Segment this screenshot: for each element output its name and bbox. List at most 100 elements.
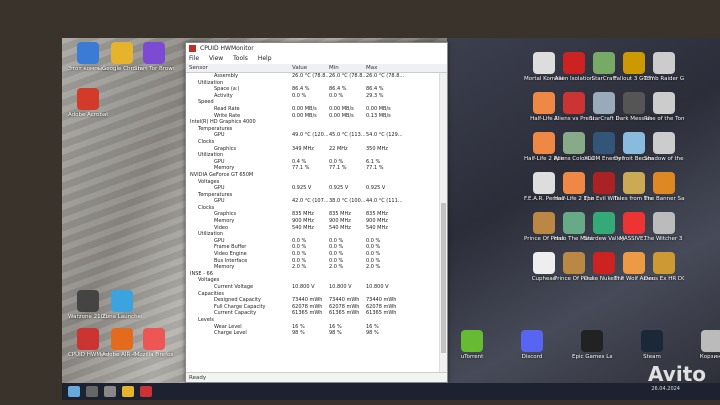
- sensor-name: Bus Interface: [214, 257, 248, 264]
- desktop-shortcut[interactable]: Discord: [512, 330, 552, 360]
- tree-node[interactable]: Utilization: [186, 80, 439, 87]
- sensor-row[interactable]: Current Capacity 61365 mWh 61365 mWh 61365 …: [186, 310, 439, 317]
- col-sensor[interactable]: Sensor: [189, 64, 208, 73]
- taskbar-clock[interactable]: 26.04.2024: [651, 386, 680, 392]
- tree-node[interactable]: Intel(R) HD Graphics 4000: [186, 119, 439, 126]
- desktop-shortcut[interactable]: Steam: [632, 330, 672, 360]
- desktop-shortcut[interactable]: The Witcher 3 Wild Hunt: [644, 212, 684, 242]
- menu-file[interactable]: File: [189, 55, 199, 62]
- sensor-row[interactable]: GPU 42.0 °C (107... 38.0 °C (100... 44.0 °C…: [186, 198, 439, 205]
- sensor-row[interactable]: Full Charge Capacity 62078 mWh 62078 mWh 62…: [186, 304, 439, 311]
- shortcut-label: Корзина: [699, 354, 720, 360]
- tree-node[interactable]: Speed: [186, 99, 439, 106]
- desktop-shortcut[interactable]: Tomb Raider GAME OF T...: [644, 52, 684, 82]
- shortcut-icon: [521, 330, 543, 352]
- sensor-row[interactable]: Wear Level 16 % 16 % 16 %: [186, 324, 439, 331]
- sensor-row[interactable]: Assembly 26.0 °C (78.8... 26.0 °C (78.8...…: [186, 73, 439, 80]
- sensor-row[interactable]: Video Engine 0.0 % 0.0 % 0.0 %: [186, 251, 439, 258]
- sensor-row[interactable]: GPU 0.925 V 0.925 V 0.925 V: [186, 185, 439, 192]
- sensor-row[interactable]: Graphics 349 MHz 22 MHz 350 MHz: [186, 146, 439, 153]
- sensor-row[interactable]: Frame Buffer 0.0 % 0.0 % 0.0 %: [186, 244, 439, 251]
- sensor-max: 540 MHz: [366, 224, 388, 231]
- menu-tools[interactable]: Tools: [233, 55, 248, 62]
- sensor-row[interactable]: Memory 900 MHz 900 MHz 900 MHz: [186, 218, 439, 225]
- desktop-shortcut[interactable]: uTorrent: [452, 330, 492, 360]
- desktop-shortcut[interactable]: Shadow of the Tomb...: [644, 132, 684, 162]
- shortcut-icon: [593, 212, 615, 234]
- sensor-max: 835 MHz: [366, 211, 388, 218]
- tree-node[interactable]: Voltages: [186, 179, 439, 186]
- hwmonitor-taskbar-icon[interactable]: [140, 386, 152, 397]
- sensor-row[interactable]: GPU 0.4 % 0.0 % 6.1 %: [186, 159, 439, 166]
- sensor-min: 0.0 %: [329, 244, 344, 251]
- sensor-value: 835 MHz: [292, 211, 314, 218]
- desktop-shortcut[interactable]: Rise of the Tomb Raid...: [644, 92, 684, 122]
- desktop-shortcut[interactable]: Adobe Acrobat: [68, 88, 108, 118]
- shortcut-icon: [77, 290, 99, 312]
- sensor-row[interactable]: GPU 49.0 °C (120... 45.0 °C (113... 54.0 °C…: [186, 132, 439, 139]
- desktop-shortcut[interactable]: Корзина: [692, 330, 720, 360]
- task-view-icon[interactable]: [104, 386, 116, 397]
- col-max[interactable]: Max: [366, 64, 377, 73]
- desktop-shortcut[interactable]: Start Tor Browser: [134, 42, 174, 72]
- sensor-row[interactable]: Memory 2.0 % 2.0 % 2.0 %: [186, 264, 439, 271]
- tree-node[interactable]: Voltages: [186, 277, 439, 284]
- tree-node[interactable]: INSE - 66: [186, 271, 439, 278]
- sensor-row[interactable]: Write Rate 0.00 MB/s 0.00 MB/s 0.13 MB/s: [186, 113, 439, 120]
- search-icon[interactable]: [86, 386, 98, 397]
- desktop-shortcut[interactable]: Deus Ex HR DC: [644, 252, 684, 282]
- sensor-value: 349 MHz: [292, 145, 314, 152]
- sensor-row[interactable]: Charge Level 98 % 98 % 98 %: [186, 330, 439, 337]
- shortcut-icon: [653, 92, 675, 114]
- chrome-taskbar-icon[interactable]: [122, 386, 134, 397]
- hwmonitor-window[interactable]: CPUID HWMonitor File View Tools Help Sen…: [185, 42, 448, 383]
- shortcut-icon: [653, 132, 675, 154]
- menu-view[interactable]: View: [209, 55, 223, 62]
- sensor-row[interactable]: Activity 0.0 % 0.0 % 29.3 %: [186, 93, 439, 100]
- desktop-shortcut[interactable]: Mozilla Firefox: [134, 328, 174, 358]
- sensor-name: Video Engine: [214, 251, 247, 258]
- start-button[interactable]: [68, 386, 80, 397]
- tree-node[interactable]: Utilization: [186, 152, 439, 159]
- shortcut-icon: [533, 132, 555, 154]
- tree-node[interactable]: NVIDIA GeForce GT 650M: [186, 172, 439, 179]
- sensor-tree[interactable]: Assembly 26.0 °C (78.8... 26.0 °C (78.8...…: [186, 73, 439, 372]
- sensor-name: Full Charge Capacity: [214, 303, 266, 310]
- shortcut-icon: [111, 328, 133, 350]
- sensor-row[interactable]: Designed Capacity 73440 mWh 73440 mWh 73440…: [186, 297, 439, 304]
- sensor-min: 61365 mWh: [329, 310, 360, 317]
- window-titlebar[interactable]: CPUID HWMonitor: [186, 43, 447, 54]
- sensor-row[interactable]: GPU 0.0 % 0.0 % 0.0 %: [186, 238, 439, 245]
- shortcut-icon: [461, 330, 483, 352]
- tree-node[interactable]: Capacities: [186, 291, 439, 298]
- desktop-shortcut[interactable]: The Banner Saga: [644, 172, 684, 202]
- tree-node[interactable]: Temperatures: [186, 192, 439, 199]
- sensor-max: 900 MHz: [366, 218, 388, 225]
- desktop-shortcut[interactable]: Zona Launcher: [102, 290, 142, 320]
- col-value[interactable]: Value: [292, 64, 307, 73]
- tree-node[interactable]: Temperatures: [186, 126, 439, 133]
- tree-node[interactable]: Levels: [186, 317, 439, 324]
- shortcut-label: uTorrent: [460, 354, 484, 360]
- shortcut-icon: [533, 52, 555, 74]
- sensor-row[interactable]: Video 540 MHz 540 MHz 540 MHz: [186, 225, 439, 232]
- column-header: Sensor Value Min Max: [186, 64, 447, 73]
- shortcut-label: Rise of the Tomb Raid...: [644, 116, 684, 122]
- menu-help[interactable]: Help: [258, 55, 272, 62]
- tree-node[interactable]: Clocks: [186, 139, 439, 146]
- tree-node[interactable]: Utilization: [186, 231, 439, 238]
- sensor-row[interactable]: Bus Interface 0.0 % 0.0 % 0.0 %: [186, 258, 439, 265]
- scrollbar-thumb[interactable]: [441, 203, 446, 353]
- sensor-row[interactable]: Space (a:) 86.4 % 86.4 % 86.4 %: [186, 86, 439, 93]
- desktop-shortcut[interactable]: Epic Games Launcher: [572, 330, 612, 360]
- sensor-max: 73440 mWh: [366, 297, 397, 304]
- sensor-max: 86.4 %: [366, 86, 384, 93]
- sensor-row[interactable]: Memory 77.1 % 77.1 % 77.1 %: [186, 165, 439, 172]
- tree-node[interactable]: Clocks: [186, 205, 439, 212]
- sensor-row[interactable]: Read Rate 0.00 MB/s 0.00 MB/s 0.00 MB/s: [186, 106, 439, 113]
- sensor-row[interactable]: Current Voltage 10.800 V 10.800 V 10.800 V: [186, 284, 439, 291]
- vertical-scrollbar[interactable]: [439, 73, 447, 372]
- sensor-row[interactable]: Graphics 835 MHz 835 MHz 835 MHz: [186, 211, 439, 218]
- sensor-min: 0.0 %: [329, 237, 344, 244]
- col-min[interactable]: Min: [329, 64, 339, 73]
